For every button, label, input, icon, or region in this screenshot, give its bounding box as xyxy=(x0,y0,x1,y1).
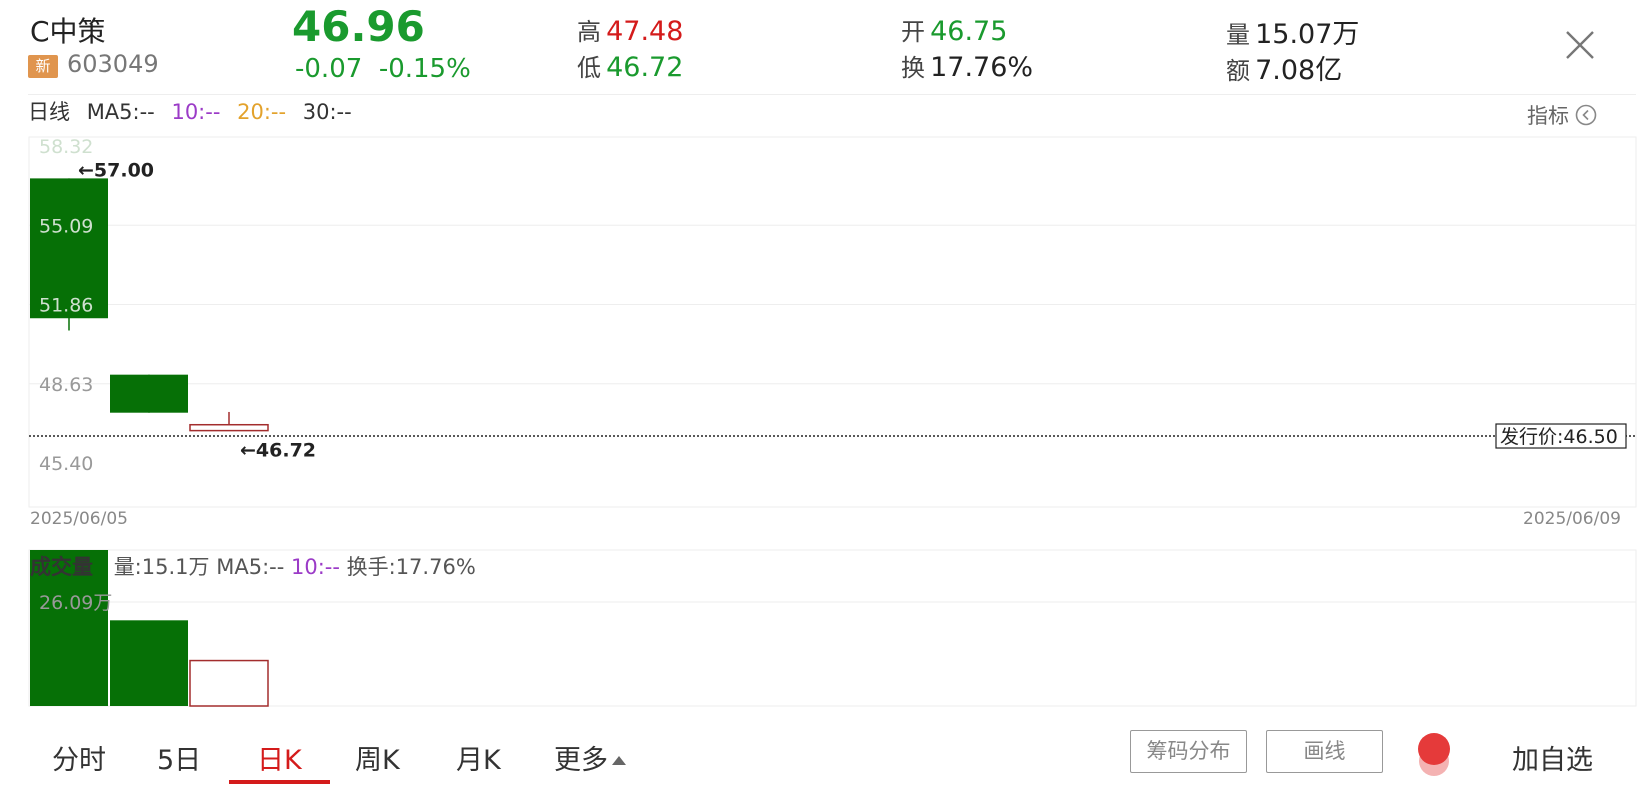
price-tick-label: 45.40 xyxy=(39,453,93,475)
volume-bar[interactable] xyxy=(189,659,269,707)
high-quote: 高 47.48 xyxy=(577,12,683,47)
price-change: -0.07 -0.15% xyxy=(295,54,471,84)
volume-amount: 量:15.1万 xyxy=(113,555,210,579)
ma5-label: MA5:-- xyxy=(86,100,155,124)
price-tick-label: 58.32 xyxy=(39,136,93,158)
volume-ma5: MA5:-- xyxy=(216,555,285,579)
tab-month-k[interactable]: 月K xyxy=(456,738,501,777)
change-percent: -0.15% xyxy=(378,54,471,84)
period-label: 日线 xyxy=(28,100,70,124)
tab-day-k[interactable]: 日K xyxy=(257,738,302,777)
volume-value: 15.07万 xyxy=(1255,19,1360,50)
amount-label: 额 xyxy=(1226,57,1250,85)
volume-label: 量 xyxy=(1226,21,1250,49)
chip-distribution-button[interactable]: 筹码分布 xyxy=(1130,730,1247,773)
ma20-label: 20:-- xyxy=(237,100,287,124)
close-icon[interactable] xyxy=(1563,28,1597,62)
volume-turnover: 换手:17.76% xyxy=(346,555,476,579)
tab-week-k[interactable]: 周K xyxy=(355,738,400,777)
open-value: 46.75 xyxy=(930,16,1008,47)
tab-5day[interactable]: 5日 xyxy=(157,738,201,777)
volume-tick-label: 26.09万 xyxy=(39,592,112,614)
low-label: 低 xyxy=(577,54,601,82)
price-tick-label: 55.09 xyxy=(39,215,93,237)
price-tick-label: 51.86 xyxy=(39,295,93,317)
volume-bar[interactable] xyxy=(110,620,188,706)
record-dot-icon[interactable] xyxy=(1399,724,1469,784)
low-quote: 低 46.72 xyxy=(577,48,683,83)
tab-more[interactable]: 更多 xyxy=(554,738,626,777)
stock-name: C中策 xyxy=(30,15,106,48)
turnover-label: 换 xyxy=(901,54,925,82)
candlestick-chart[interactable]: 58.32 55.09 51.86 48.63 45.40 发行价:46.50 ←57.… xyxy=(0,132,1647,510)
chevron-left-circle-icon xyxy=(1575,104,1597,126)
active-tab-underline xyxy=(229,780,330,784)
header-divider xyxy=(28,94,1636,95)
ma-legend: 日线 MA5:-- 10:-- 20:-- 30:-- xyxy=(28,96,362,126)
issue-price-label: 发行价:46.50 xyxy=(1500,426,1618,448)
high-label: 高 xyxy=(577,18,601,46)
draw-line-button[interactable]: 画线 xyxy=(1266,730,1383,773)
tab-fenshi[interactable]: 分时 xyxy=(52,738,106,777)
ma10-label: 10:-- xyxy=(171,100,221,124)
amount-quote: 额 7.08亿 xyxy=(1226,48,1342,87)
open-label: 开 xyxy=(901,18,925,46)
high-value: 47.48 xyxy=(606,16,684,47)
last-price: 46.96 xyxy=(292,2,425,51)
price-tick-label: 48.63 xyxy=(39,374,93,396)
turnover-value: 17.76% xyxy=(930,52,1034,83)
volume-ma10: 10:-- xyxy=(290,555,340,579)
volume-quote: 量 15.07万 xyxy=(1226,12,1359,51)
min-price-annotation: ←46.72 xyxy=(240,440,316,462)
ma30-label: 30:-- xyxy=(302,100,352,124)
volume-legend: 成交量 量:15.1万 MA5:-- 10:-- 换手:17.76% xyxy=(30,551,476,581)
turnover-quote: 换 17.76% xyxy=(901,48,1033,83)
quote-header: C中策 新 603049 46.96 -0.07 -0.15% 高 47.48 … xyxy=(0,0,1647,95)
start-date: 2025/06/05 xyxy=(30,509,128,529)
caret-up-icon xyxy=(612,756,626,765)
add-favorite-button[interactable]: 加自选 xyxy=(1512,738,1593,777)
period-tabs: 分时 5日 日K 周K 月K 更多 筹码分布 画线 加自选 xyxy=(0,720,1647,801)
max-price-annotation: ←57.00 xyxy=(78,159,154,181)
end-date: 2025/06/09 xyxy=(1523,509,1621,529)
indicator-button[interactable]: 指标 xyxy=(1527,100,1597,130)
open-quote: 开 46.75 xyxy=(901,12,1007,47)
low-value: 46.72 xyxy=(606,52,684,83)
amount-value: 7.08亿 xyxy=(1255,55,1343,86)
indicator-label: 指标 xyxy=(1527,104,1569,128)
tab-more-label: 更多 xyxy=(554,745,608,776)
candle-body[interactable] xyxy=(110,374,188,413)
candle-body[interactable] xyxy=(189,423,269,432)
volume-title: 成交量 xyxy=(30,555,93,579)
stock-code: 603049 xyxy=(67,50,159,78)
change-value: -0.07 xyxy=(295,54,363,84)
new-stock-badge: 新 xyxy=(28,55,58,78)
